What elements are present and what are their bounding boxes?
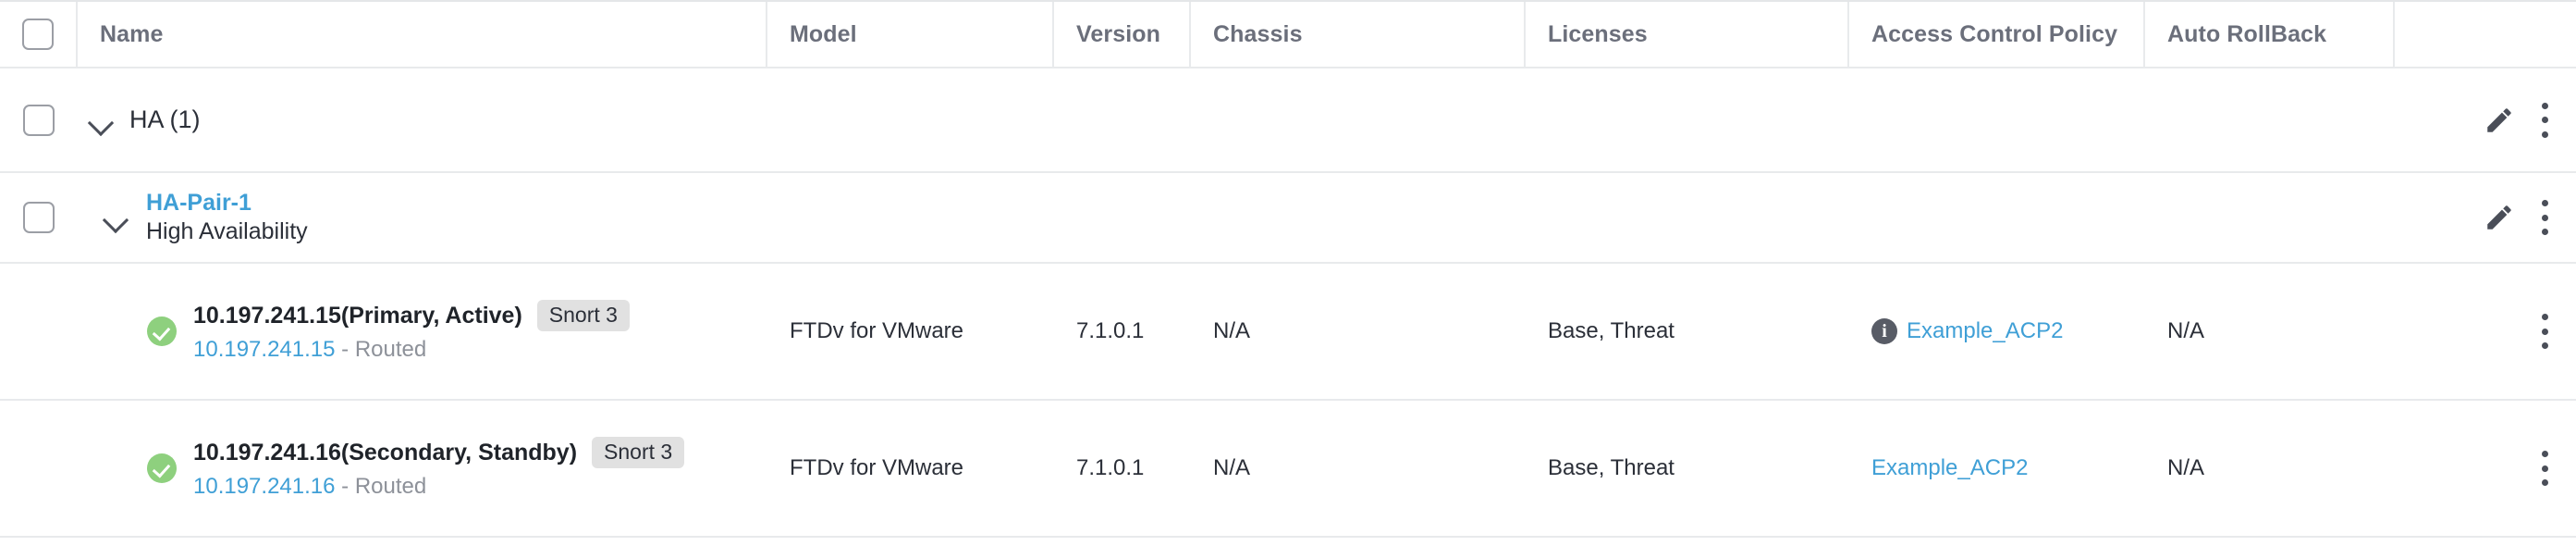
device-ip-link[interactable]: 10.197.241.16 — [193, 474, 335, 499]
pair-row-spacer — [308, 173, 2484, 262]
device-version: 7.1.0.1 — [1076, 455, 1145, 480]
pair-checkbox[interactable] — [23, 202, 55, 233]
ha-pair-link[interactable]: HA-Pair-1 — [146, 190, 308, 217]
device-row-actions — [2395, 401, 2576, 536]
access-control-policy-link[interactable]: Example_ACP2 — [1871, 455, 2028, 481]
access-control-policy-link[interactable]: Example_ACP2 — [1907, 318, 2063, 344]
device-ip-link[interactable]: 10.197.241.15 — [193, 337, 335, 362]
group-select-cell — [0, 68, 78, 171]
pair-row-actions — [2484, 173, 2576, 262]
group-row-ha: HA (1) — [0, 68, 2576, 173]
group-row-spacer — [201, 68, 2484, 171]
select-all-cell — [0, 2, 78, 67]
device-licenses: Base, Threat — [1548, 318, 1674, 343]
kebab-menu-icon[interactable] — [2539, 451, 2550, 486]
column-header-actions — [2395, 2, 2576, 67]
select-all-checkbox[interactable] — [22, 19, 54, 50]
device-mode: - Routed — [335, 337, 427, 362]
device-model: FTDv for VMware — [790, 455, 964, 480]
column-header-chassis[interactable]: Chassis — [1191, 2, 1526, 67]
device-access-control-policy-cell: Example_ACP2 — [1849, 401, 2145, 536]
device-chassis: N/A — [1213, 455, 1251, 480]
group-row-actions — [2484, 68, 2576, 171]
ha-pair-row: HA-Pair-1 High Availability — [0, 173, 2576, 264]
group-label: HA (1) — [129, 105, 201, 133]
device-auto-rollback: N/A — [2167, 455, 2205, 480]
info-icon[interactable]: i — [1871, 318, 1897, 344]
device-access-control-policy-cell: i Example_ACP2 — [1849, 264, 2145, 399]
column-header-licenses[interactable]: Licenses — [1526, 2, 1849, 67]
device-model: FTDv for VMware — [790, 318, 964, 343]
ha-pair-subtitle: High Availability — [146, 218, 308, 244]
status-ok-icon — [147, 316, 177, 346]
table-row: 10.197.241.16(Secondary, Standby) Snort … — [0, 401, 2576, 538]
column-header-access-control-policy[interactable]: Access Control Policy — [1849, 2, 2145, 67]
device-secondary-line: 10.197.241.16 - Routed — [193, 474, 684, 500]
device-management-table: Name Model Version Chassis Licenses Acce… — [0, 0, 2576, 546]
device-select-cell — [0, 264, 78, 399]
status-badge: Snort 3 — [536, 300, 630, 331]
device-chassis: N/A — [1213, 318, 1251, 343]
chevron-down-icon[interactable] — [102, 204, 129, 231]
device-name-cell: 10.197.241.16(Secondary, Standby) Snort … — [78, 401, 767, 536]
device-select-cell — [0, 401, 78, 536]
group-checkbox[interactable] — [23, 104, 55, 136]
column-header-version[interactable]: Version — [1054, 2, 1191, 67]
device-licenses: Base, Threat — [1548, 455, 1674, 480]
column-header-auto-rollback[interactable]: Auto RollBack — [2145, 2, 2395, 67]
table-row: 10.197.241.15(Primary, Active) Snort 3 1… — [0, 264, 2576, 401]
pair-select-cell — [0, 173, 78, 262]
device-version: 7.1.0.1 — [1076, 318, 1145, 343]
status-ok-icon — [147, 453, 177, 483]
table-header-row: Name Model Version Chassis Licenses Acce… — [0, 2, 2576, 68]
column-header-name[interactable]: Name — [78, 2, 767, 67]
device-auto-rollback: N/A — [2167, 318, 2205, 343]
device-name: 10.197.241.15(Primary, Active) — [193, 302, 522, 329]
column-header-model[interactable]: Model — [767, 2, 1054, 67]
pair-name-area: HA-Pair-1 High Availability — [78, 173, 308, 262]
device-primary-line: 10.197.241.15(Primary, Active) Snort 3 — [193, 300, 630, 331]
pair-text-block: HA-Pair-1 High Availability — [146, 190, 308, 245]
device-text-block: 10.197.241.15(Primary, Active) Snort 3 1… — [193, 300, 630, 363]
kebab-menu-icon[interactable] — [2539, 200, 2550, 235]
device-mode: - Routed — [335, 474, 427, 499]
device-secondary-line: 10.197.241.15 - Routed — [193, 337, 630, 363]
group-name-area: HA (1) — [78, 68, 201, 171]
pencil-icon[interactable] — [2484, 105, 2515, 136]
device-row-actions — [2395, 264, 2576, 399]
kebab-menu-icon[interactable] — [2539, 314, 2550, 349]
device-name-cell: 10.197.241.15(Primary, Active) Snort 3 1… — [78, 264, 767, 399]
kebab-menu-icon[interactable] — [2539, 102, 2550, 138]
device-text-block: 10.197.241.16(Secondary, Standby) Snort … — [193, 437, 685, 500]
device-primary-line: 10.197.241.16(Secondary, Standby) Snort … — [193, 437, 685, 468]
chevron-down-icon[interactable] — [87, 106, 115, 134]
status-badge: Snort 3 — [592, 437, 685, 468]
device-name: 10.197.241.16(Secondary, Standby) — [193, 439, 578, 465]
pencil-icon[interactable] — [2484, 202, 2515, 233]
